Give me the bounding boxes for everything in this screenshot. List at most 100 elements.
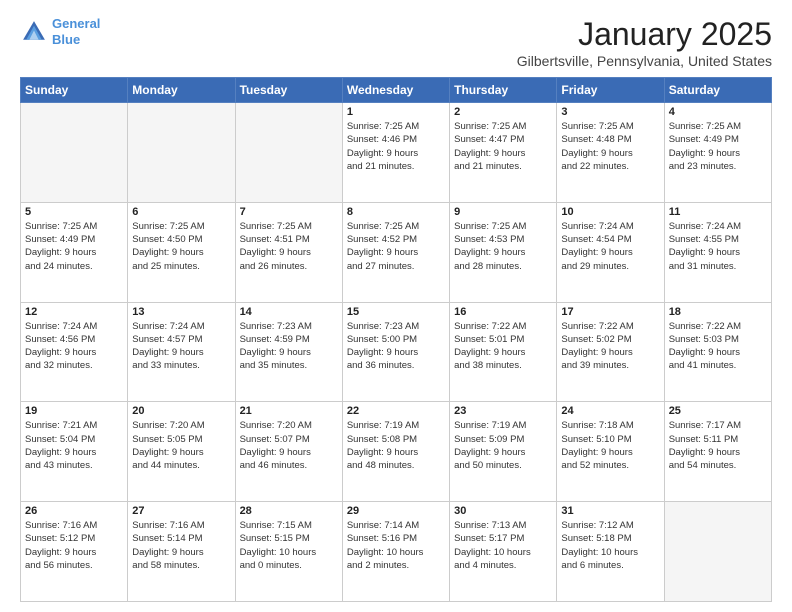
title-block: January 2025 Gilbertsville, Pennsylvania… <box>517 16 772 69</box>
day-info: Sunrise: 7:24 AM Sunset: 4:57 PM Dayligh… <box>132 320 230 373</box>
calendar-cell <box>128 103 235 203</box>
week-row-2: 12Sunrise: 7:24 AM Sunset: 4:56 PM Dayli… <box>21 302 772 402</box>
day-info: Sunrise: 7:22 AM Sunset: 5:03 PM Dayligh… <box>669 320 767 373</box>
calendar-cell: 10 Sunrise: 7:24 AM Sunset: 4:54 PM Dayli… <box>557 202 664 302</box>
weekday-header-friday: Friday <box>557 78 664 103</box>
calendar-cell: 12Sunrise: 7:24 AM Sunset: 4:56 PM Dayli… <box>21 302 128 402</box>
weekday-header-wednesday: Wednesday <box>342 78 449 103</box>
day-info: Sunrise: 7:20 AM Sunset: 5:07 PM Dayligh… <box>240 419 338 472</box>
day-info: Sunrise: 7:24 AM Sunset: 4:55 PM Dayligh… <box>669 220 767 273</box>
calendar-cell: 7 Sunrise: 7:25 AM Sunset: 4:51 PM Daylig… <box>235 202 342 302</box>
day-info: Sunrise: 7:20 AM Sunset: 5:05 PM Dayligh… <box>132 419 230 472</box>
day-number: 16 <box>454 306 552 318</box>
calendar-cell: 8 Sunrise: 7:25 AM Sunset: 4:52 PM Daylig… <box>342 202 449 302</box>
day-number: 24 <box>561 405 659 417</box>
weekday-header-thursday: Thursday <box>450 78 557 103</box>
day-info: Sunrise: 7:25 AM Sunset: 4:46 PM Dayligh… <box>347 120 445 173</box>
calendar-header: SundayMondayTuesdayWednesdayThursdayFrid… <box>21 78 772 103</box>
header: General Blue January 2025 Gilbertsville,… <box>20 16 772 69</box>
calendar-cell: 11 Sunrise: 7:24 AM Sunset: 4:55 PM Dayli… <box>664 202 771 302</box>
day-number: 10 <box>561 206 659 218</box>
calendar-cell: 1Sunrise: 7:25 AM Sunset: 4:46 PM Daylig… <box>342 103 449 203</box>
day-number: 27 <box>132 505 230 517</box>
day-info: Sunrise: 7:25 AM Sunset: 4:49 PM Dayligh… <box>25 220 123 273</box>
day-number: 9 <box>454 206 552 218</box>
day-info: Sunrise: 7:16 AM Sunset: 5:12 PM Dayligh… <box>25 519 123 572</box>
calendar-cell: 14 Sunrise: 7:23 AM Sunset: 4:59 PM Dayli… <box>235 302 342 402</box>
day-number: 6 <box>132 206 230 218</box>
calendar-cell: 31Sunrise: 7:12 AM Sunset: 5:18 PM Dayli… <box>557 502 664 602</box>
day-number: 11 <box>669 206 767 218</box>
day-number: 20 <box>132 405 230 417</box>
weekday-header-saturday: Saturday <box>664 78 771 103</box>
calendar-cell: 22 Sunrise: 7:19 AM Sunset: 5:08 PM Dayli… <box>342 402 449 502</box>
day-info: Sunrise: 7:18 AM Sunset: 5:10 PM Dayligh… <box>561 419 659 472</box>
week-row-3: 19 Sunrise: 7:21 AM Sunset: 5:04 PM Dayli… <box>21 402 772 502</box>
weekday-row: SundayMondayTuesdayWednesdayThursdayFrid… <box>21 78 772 103</box>
location: Gilbertsville, Pennsylvania, United Stat… <box>517 53 772 69</box>
calendar-cell: 5 Sunrise: 7:25 AM Sunset: 4:49 PM Daylig… <box>21 202 128 302</box>
day-number: 18 <box>669 306 767 318</box>
day-info: Sunrise: 7:19 AM Sunset: 5:08 PM Dayligh… <box>347 419 445 472</box>
day-info: Sunrise: 7:25 AM Sunset: 4:50 PM Dayligh… <box>132 220 230 273</box>
day-info: Sunrise: 7:24 AM Sunset: 4:54 PM Dayligh… <box>561 220 659 273</box>
day-info: Sunrise: 7:23 AM Sunset: 5:00 PM Dayligh… <box>347 320 445 373</box>
day-info: Sunrise: 7:25 AM Sunset: 4:48 PM Dayligh… <box>561 120 659 173</box>
calendar-cell: 13 Sunrise: 7:24 AM Sunset: 4:57 PM Dayli… <box>128 302 235 402</box>
calendar-body: 1Sunrise: 7:25 AM Sunset: 4:46 PM Daylig… <box>21 103 772 602</box>
day-number: 4 <box>669 106 767 118</box>
day-info: Sunrise: 7:17 AM Sunset: 5:11 PM Dayligh… <box>669 419 767 472</box>
day-info: Sunrise: 7:25 AM Sunset: 4:49 PM Dayligh… <box>669 120 767 173</box>
day-number: 19 <box>25 405 123 417</box>
day-number: 22 <box>347 405 445 417</box>
day-info: Sunrise: 7:22 AM Sunset: 5:02 PM Dayligh… <box>561 320 659 373</box>
day-info: Sunrise: 7:16 AM Sunset: 5:14 PM Dayligh… <box>132 519 230 572</box>
calendar-cell: 20 Sunrise: 7:20 AM Sunset: 5:05 PM Dayli… <box>128 402 235 502</box>
calendar-table: SundayMondayTuesdayWednesdayThursdayFrid… <box>20 77 772 602</box>
calendar-cell: 28Sunrise: 7:15 AM Sunset: 5:15 PM Dayli… <box>235 502 342 602</box>
day-info: Sunrise: 7:19 AM Sunset: 5:09 PM Dayligh… <box>454 419 552 472</box>
day-number: 5 <box>25 206 123 218</box>
calendar-cell: 18 Sunrise: 7:22 AM Sunset: 5:03 PM Dayli… <box>664 302 771 402</box>
day-number: 2 <box>454 106 552 118</box>
weekday-header-monday: Monday <box>128 78 235 103</box>
calendar-cell: 3 Sunrise: 7:25 AM Sunset: 4:48 PM Daylig… <box>557 103 664 203</box>
day-number: 29 <box>347 505 445 517</box>
logo-text: General Blue <box>52 16 100 47</box>
calendar-cell: 23 Sunrise: 7:19 AM Sunset: 5:09 PM Dayli… <box>450 402 557 502</box>
day-number: 8 <box>347 206 445 218</box>
calendar-cell: 19 Sunrise: 7:21 AM Sunset: 5:04 PM Dayli… <box>21 402 128 502</box>
day-info: Sunrise: 7:25 AM Sunset: 4:52 PM Dayligh… <box>347 220 445 273</box>
calendar-cell: 27 Sunrise: 7:16 AM Sunset: 5:14 PM Dayli… <box>128 502 235 602</box>
day-info: Sunrise: 7:25 AM Sunset: 4:51 PM Dayligh… <box>240 220 338 273</box>
day-number: 23 <box>454 405 552 417</box>
calendar-cell: 21Sunrise: 7:20 AM Sunset: 5:07 PM Dayli… <box>235 402 342 502</box>
page: General Blue January 2025 Gilbertsville,… <box>0 0 792 612</box>
day-number: 26 <box>25 505 123 517</box>
day-number: 15 <box>347 306 445 318</box>
calendar-cell: 24 Sunrise: 7:18 AM Sunset: 5:10 PM Dayli… <box>557 402 664 502</box>
logo-icon <box>20 18 48 46</box>
day-number: 14 <box>240 306 338 318</box>
day-number: 7 <box>240 206 338 218</box>
day-number: 13 <box>132 306 230 318</box>
day-info: Sunrise: 7:23 AM Sunset: 4:59 PM Dayligh… <box>240 320 338 373</box>
day-number: 3 <box>561 106 659 118</box>
calendar-cell: 15 Sunrise: 7:23 AM Sunset: 5:00 PM Dayli… <box>342 302 449 402</box>
calendar-cell: 6 Sunrise: 7:25 AM Sunset: 4:50 PM Daylig… <box>128 202 235 302</box>
calendar-cell <box>664 502 771 602</box>
calendar-cell: 16 Sunrise: 7:22 AM Sunset: 5:01 PM Dayli… <box>450 302 557 402</box>
weekday-header-sunday: Sunday <box>21 78 128 103</box>
calendar-cell: 2 Sunrise: 7:25 AM Sunset: 4:47 PM Daylig… <box>450 103 557 203</box>
calendar-cell: 26 Sunrise: 7:16 AM Sunset: 5:12 PM Dayli… <box>21 502 128 602</box>
day-number: 28 <box>240 505 338 517</box>
month-title: January 2025 <box>517 16 772 53</box>
weekday-header-tuesday: Tuesday <box>235 78 342 103</box>
day-info: Sunrise: 7:21 AM Sunset: 5:04 PM Dayligh… <box>25 419 123 472</box>
day-info: Sunrise: 7:22 AM Sunset: 5:01 PM Dayligh… <box>454 320 552 373</box>
week-row-1: 5 Sunrise: 7:25 AM Sunset: 4:49 PM Daylig… <box>21 202 772 302</box>
day-info: Sunrise: 7:14 AM Sunset: 5:16 PM Dayligh… <box>347 519 445 572</box>
day-info: Sunrise: 7:24 AM Sunset: 4:56 PM Dayligh… <box>25 320 123 373</box>
day-number: 31 <box>561 505 659 517</box>
day-info: Sunrise: 7:25 AM Sunset: 4:47 PM Dayligh… <box>454 120 552 173</box>
